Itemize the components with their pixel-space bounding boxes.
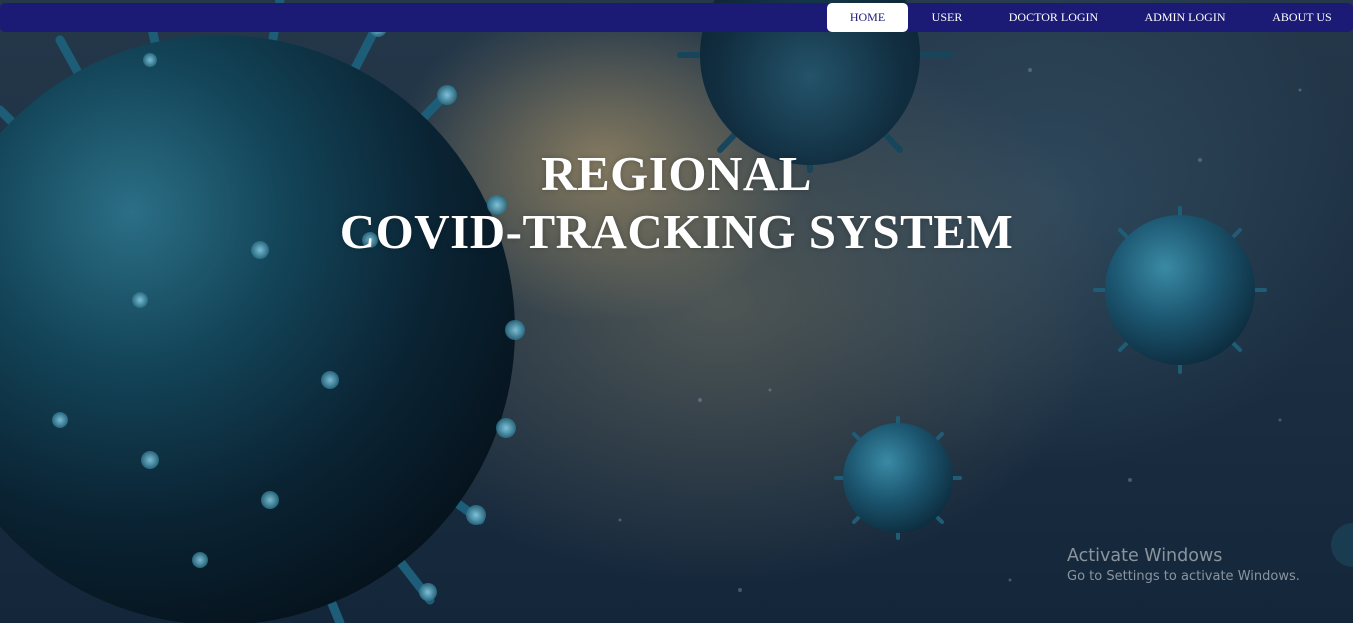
nav-user-link[interactable]: USER	[918, 3, 976, 32]
nav-admin-login-link[interactable]: ADMIN LOGIN	[1131, 3, 1239, 32]
nav-about-us-link[interactable]: ABOUT US	[1259, 3, 1345, 32]
page: HOME USER DOCTOR LOGIN ADMIN LOGIN ABOUT…	[0, 0, 1353, 623]
nav-doctor-login-link[interactable]: DOCTOR LOGIN	[996, 3, 1111, 32]
top-navbar: HOME USER DOCTOR LOGIN ADMIN LOGIN ABOUT…	[0, 3, 1353, 32]
nav-home-link[interactable]: HOME	[827, 3, 908, 32]
activate-windows-watermark: Activate Windows Go to Settings to activ…	[1067, 545, 1300, 587]
virus-background-image	[0, 0, 1353, 623]
large-virus-particle	[0, 0, 525, 623]
watermark-title: Activate Windows	[1067, 546, 1223, 566]
hero-title-line1: REGIONAL	[541, 146, 812, 201]
watermark-subtitle: Go to Settings to activate Windows.	[1067, 569, 1300, 584]
hero-title-line2: COVID-TRACKING SYSTEM	[339, 204, 1014, 259]
center-virus-particle	[834, 416, 962, 540]
